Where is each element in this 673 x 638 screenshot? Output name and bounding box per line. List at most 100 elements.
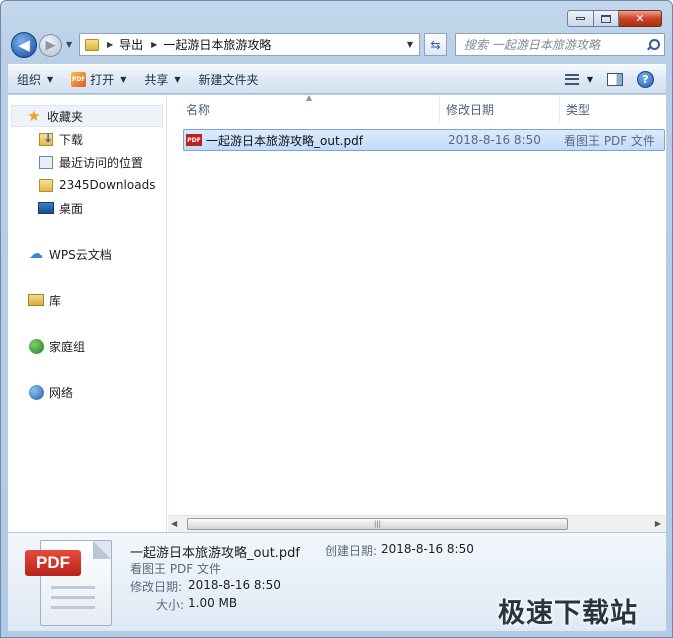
pdf-badge: PDF [25, 550, 81, 576]
window-controls: ✕ [567, 10, 662, 27]
chevron-down-icon: ▼ [586, 74, 593, 84]
nav-item-recent-places[interactable]: 最近访问的位置 [38, 151, 143, 173]
pdf-app-icon: PDF [71, 71, 87, 87]
pdf-icon: PDF [186, 134, 202, 146]
breadcrumb-current-folder[interactable]: 一起游日本旅游攻略 [163, 36, 271, 53]
scroll-right-icon[interactable]: ▶ [655, 519, 661, 528]
desktop-icon [38, 202, 54, 214]
close-button[interactable]: ✕ [619, 10, 662, 27]
nav-item-label: 下载 [59, 132, 84, 147]
organize-button[interactable]: 组织 ▼ [8, 66, 62, 92]
column-header-label: 修改日期 [446, 102, 495, 117]
scrollbar-thumb[interactable]: ||| [187, 518, 568, 530]
file-type: 看图王 PDF 文件 [564, 133, 656, 148]
file-list: ▲ 名称 修改日期 类型 PDF 一起游日本旅游攻略_out.pdf 2018-… [168, 93, 666, 532]
chevron-down-icon: ▼ [174, 74, 181, 84]
share-label: 共享 [144, 72, 169, 87]
command-bar: 组织 ▼ PDF 打开 ▼ 共享 ▼ 新建文件夹 ▼ ? [8, 64, 666, 94]
nav-item-label: 桌面 [59, 201, 84, 216]
close-icon: ✕ [635, 12, 645, 25]
scroll-left-icon[interactable]: ◀ [171, 519, 177, 528]
nav-item-label: 家庭组 [49, 339, 86, 354]
details-filename: 一起游日本旅游攻略_out.pdf [130, 546, 301, 561]
file-modified: 2018-8-16 8:50 [448, 133, 541, 147]
arrow-right-icon: ▶ [45, 38, 56, 53]
details-created-label: 创建日期: [325, 544, 378, 558]
nav-item-desktop[interactable]: 桌面 [38, 197, 83, 219]
view-controls: ▼ ? [564, 70, 666, 88]
nav-item-wps-cloud[interactable]: ☁ WPS云文档 [28, 243, 112, 265]
recent-places-icon [39, 155, 53, 169]
library-icon [28, 294, 44, 306]
refresh-button[interactable]: ⇆ [424, 33, 447, 56]
organize-label: 组织 [17, 72, 42, 87]
nav-item-label: 2345Downloads [59, 178, 156, 192]
chevron-down-icon: ▼ [120, 74, 127, 84]
nav-favorites[interactable]: ★ 收藏夹 [11, 105, 163, 127]
details-modified-value: 2018-8-16 8:50 [188, 578, 281, 592]
forward-button[interactable]: ▶ [39, 34, 62, 57]
nav-item-label: 网络 [49, 385, 74, 400]
details-type: 看图王 PDF 文件 [130, 562, 222, 576]
new-folder-button[interactable]: 新建文件夹 [190, 66, 268, 92]
refresh-icon: ⇆ [430, 37, 441, 52]
nav-item-library[interactable]: 库 [28, 289, 61, 311]
arrow-left-icon: ◀ [18, 36, 30, 54]
nav-item-label: 库 [49, 293, 62, 308]
address-dropdown-icon[interactable]: ▼ [407, 40, 413, 49]
file-name: 一起游日本旅游攻略_out.pdf [206, 133, 363, 148]
large-pdf-icon: PDF [25, 540, 113, 626]
nav-item-label: 最近访问的位置 [59, 155, 144, 170]
view-list-icon [564, 73, 579, 85]
details-created-value: 2018-8-16 8:50 [381, 542, 474, 556]
search-input[interactable]: 搜索 一起游日本旅游攻略 [455, 33, 665, 56]
column-header-type[interactable]: 类型 [560, 95, 666, 123]
homegroup-icon [28, 338, 44, 354]
column-headers: ▲ 名称 修改日期 类型 [168, 93, 666, 123]
column-header-modified[interactable]: 修改日期 [440, 95, 560, 123]
history-dropdown-icon[interactable]: ▼ [66, 40, 72, 49]
downloads-folder-icon [39, 131, 53, 146]
open-label: 打开 [90, 72, 115, 87]
table-row[interactable]: PDF 一起游日本旅游攻略_out.pdf 2018-8-16 8:50 看图王… [183, 129, 665, 151]
grip-icon: ||| [373, 520, 382, 528]
nav-item-homegroup[interactable]: 家庭组 [28, 335, 85, 357]
watermark: 极速下载站 [498, 598, 638, 629]
nav-item-network[interactable]: 网络 [28, 381, 73, 403]
search-icon[interactable] [646, 38, 660, 51]
maximize-icon [601, 14, 611, 23]
change-view-button[interactable]: ▼ [564, 73, 593, 85]
folder-icon [85, 38, 99, 51]
nav-favorites-label: 收藏夹 [47, 109, 84, 124]
new-folder-label: 新建文件夹 [198, 72, 259, 87]
nav-item-downloads[interactable]: 下载 [38, 128, 83, 150]
preview-pane-button[interactable] [607, 72, 623, 86]
network-icon [28, 384, 44, 400]
explorer-window: ✕ ◀ ▶ ▼ ▶ 导出 ▶ 一起游日本旅游攻略 ▼ ⇆ 搜索 一起游日本旅游攻… [0, 0, 673, 638]
chevron-right-icon[interactable]: ▶ [151, 40, 157, 49]
search-placeholder: 搜索 一起游日本旅游攻略 [464, 38, 600, 52]
help-button[interactable]: ? [637, 70, 654, 88]
horizontal-scrollbar[interactable]: ◀ ||| ▶ [168, 515, 666, 532]
chevron-down-icon: ▼ [47, 74, 54, 84]
folder-icon [39, 178, 53, 192]
minimize-icon [576, 17, 585, 20]
column-header-label: 类型 [566, 102, 591, 117]
back-button[interactable]: ◀ [11, 32, 37, 58]
nav-item-label: WPS云文档 [49, 247, 112, 262]
nav-item-2345downloads[interactable]: 2345Downloads [38, 174, 155, 196]
main-area: ★ 收藏夹 下载 最近访问的位置 2345Downloads 桌面 ☁ WP [8, 93, 666, 532]
maximize-button[interactable] [594, 10, 619, 27]
help-icon: ? [642, 72, 649, 86]
share-button[interactable]: 共享 ▼ [135, 66, 189, 92]
file-name-cell: PDF 一起游日本旅游攻略_out.pdf [184, 132, 442, 149]
open-button[interactable]: PDF 打开 ▼ [62, 66, 135, 92]
address-bar[interactable]: ▶ 导出 ▶ 一起游日本旅游攻略 ▼ [79, 33, 420, 56]
column-header-label: 名称 [186, 102, 211, 117]
breadcrumb-export[interactable]: 导出 [119, 36, 143, 53]
column-header-name[interactable]: ▲ 名称 [168, 93, 440, 123]
navigation-bar: ◀ ▶ ▼ ▶ 导出 ▶ 一起游日本旅游攻略 ▼ ⇆ 搜索 一起游日本旅游攻略 [9, 31, 669, 59]
chevron-right-icon[interactable]: ▶ [107, 40, 113, 49]
details-size-value: 1.00 MB [188, 596, 238, 610]
minimize-button[interactable] [567, 10, 594, 27]
